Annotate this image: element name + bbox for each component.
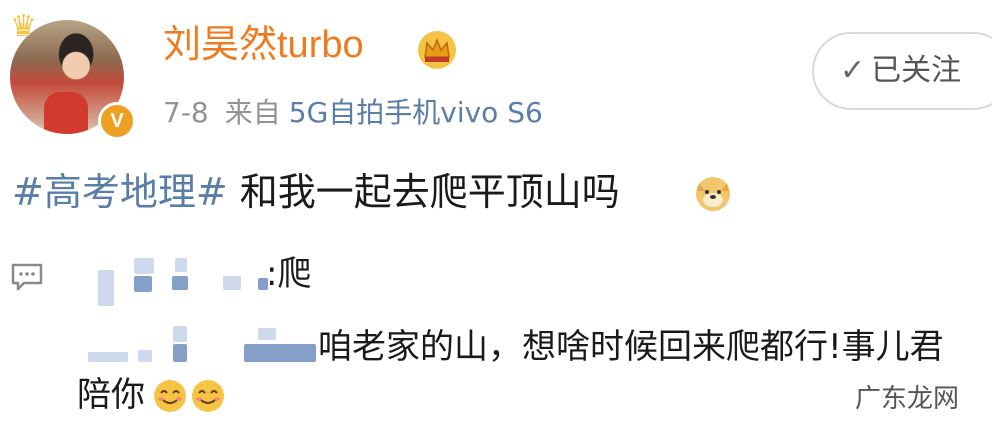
- check-icon: ✓: [840, 53, 866, 88]
- username[interactable]: 刘昊然turbo: [163, 26, 364, 64]
- comment-2-text-line2: 陪你: [77, 375, 145, 415]
- avatar-area[interactable]: ♛ V: [10, 9, 136, 140]
- blurred-name: [134, 258, 154, 274]
- smile-emoji: [192, 380, 224, 412]
- topic-link[interactable]: #高考地理#: [12, 170, 228, 214]
- follow-label: 已关注: [871, 53, 962, 88]
- device-link[interactable]: 5G自拍手机vivo S6: [289, 96, 543, 129]
- comment-1-text: :爬: [266, 254, 312, 294]
- post-date: 7-8: [163, 96, 209, 129]
- blurred-name: [134, 276, 152, 292]
- watermark: 广东龙网: [855, 384, 960, 414]
- blurred-name: [172, 276, 188, 290]
- blurred-name: [98, 270, 114, 306]
- blurred-name: [138, 350, 152, 362]
- blurred-name: [88, 352, 128, 362]
- follow-button[interactable]: ✓ 已关注: [812, 32, 992, 110]
- source-label: 来自: [224, 96, 281, 129]
- blurred-name: [223, 276, 241, 290]
- crown-icon: [418, 31, 456, 69]
- post-text: #高考地理# 和我一起去爬平顶山吗: [12, 173, 620, 211]
- comment-2-text: 咱老家的山，想啥时候回来爬都行!事儿君: [318, 327, 944, 367]
- crown-badge-icon: ♛: [10, 9, 37, 44]
- blurred-name: [173, 344, 187, 362]
- smile-emoji: [154, 380, 186, 412]
- doge-emoji: [696, 177, 730, 211]
- blurred-name: [175, 258, 187, 272]
- post-body: 和我一起去爬平顶山吗: [239, 170, 620, 214]
- blurred-name: [173, 326, 187, 342]
- comment-icon[interactable]: [10, 262, 44, 292]
- avatar-figure: [44, 92, 88, 134]
- verified-v-icon: V: [98, 102, 136, 140]
- blurred-name: [244, 344, 316, 362]
- blurred-name: [258, 328, 276, 340]
- post-meta: 7-8 来自 5G自拍手机vivo S6: [163, 99, 543, 127]
